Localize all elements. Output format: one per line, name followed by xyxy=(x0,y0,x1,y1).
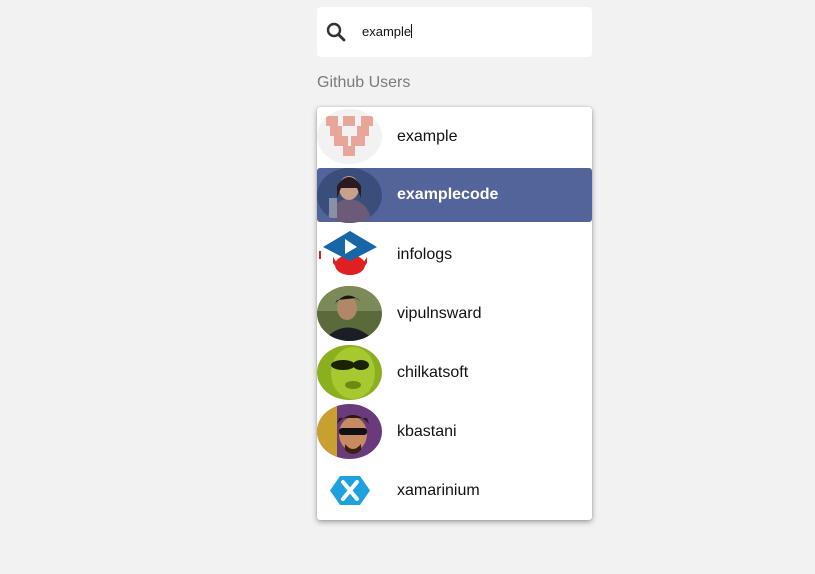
identicon-avatar xyxy=(317,109,382,164)
section-label: Github Users xyxy=(317,74,411,91)
text-caret xyxy=(411,24,413,38)
photo-avatar xyxy=(317,404,382,459)
photo-avatar xyxy=(317,167,382,223)
username: xamarinium xyxy=(397,481,480,499)
photo-avatar xyxy=(317,345,382,400)
user-suggestion-list: example examplecode infologs vipulnsward… xyxy=(317,107,592,520)
username: example xyxy=(397,127,458,145)
search-query-text: example xyxy=(362,24,412,39)
username: vipulnsward xyxy=(397,304,482,322)
username: kbastani xyxy=(397,422,457,440)
list-item[interactable]: infologs xyxy=(317,225,592,284)
username: chilkatsoft xyxy=(397,363,469,381)
logo-avatar xyxy=(317,227,382,282)
username: infologs xyxy=(397,245,453,263)
photo-avatar xyxy=(317,286,382,341)
list-item[interactable]: xamarinium xyxy=(317,461,592,520)
autocomplete-container: example Github Users example examplecode… xyxy=(317,7,592,520)
search-input[interactable]: example xyxy=(362,24,413,40)
xamarin-logo-avatar xyxy=(317,463,382,518)
list-item-selected[interactable]: examplecode xyxy=(317,167,592,223)
search-icon xyxy=(326,22,346,42)
search-box[interactable]: example xyxy=(317,7,592,57)
username: examplecode xyxy=(397,186,499,203)
list-item[interactable]: example xyxy=(317,107,592,166)
list-item[interactable]: vipulnsward xyxy=(317,284,592,343)
list-item[interactable]: kbastani xyxy=(317,402,592,461)
list-item[interactable]: chilkatsoft xyxy=(317,343,592,402)
